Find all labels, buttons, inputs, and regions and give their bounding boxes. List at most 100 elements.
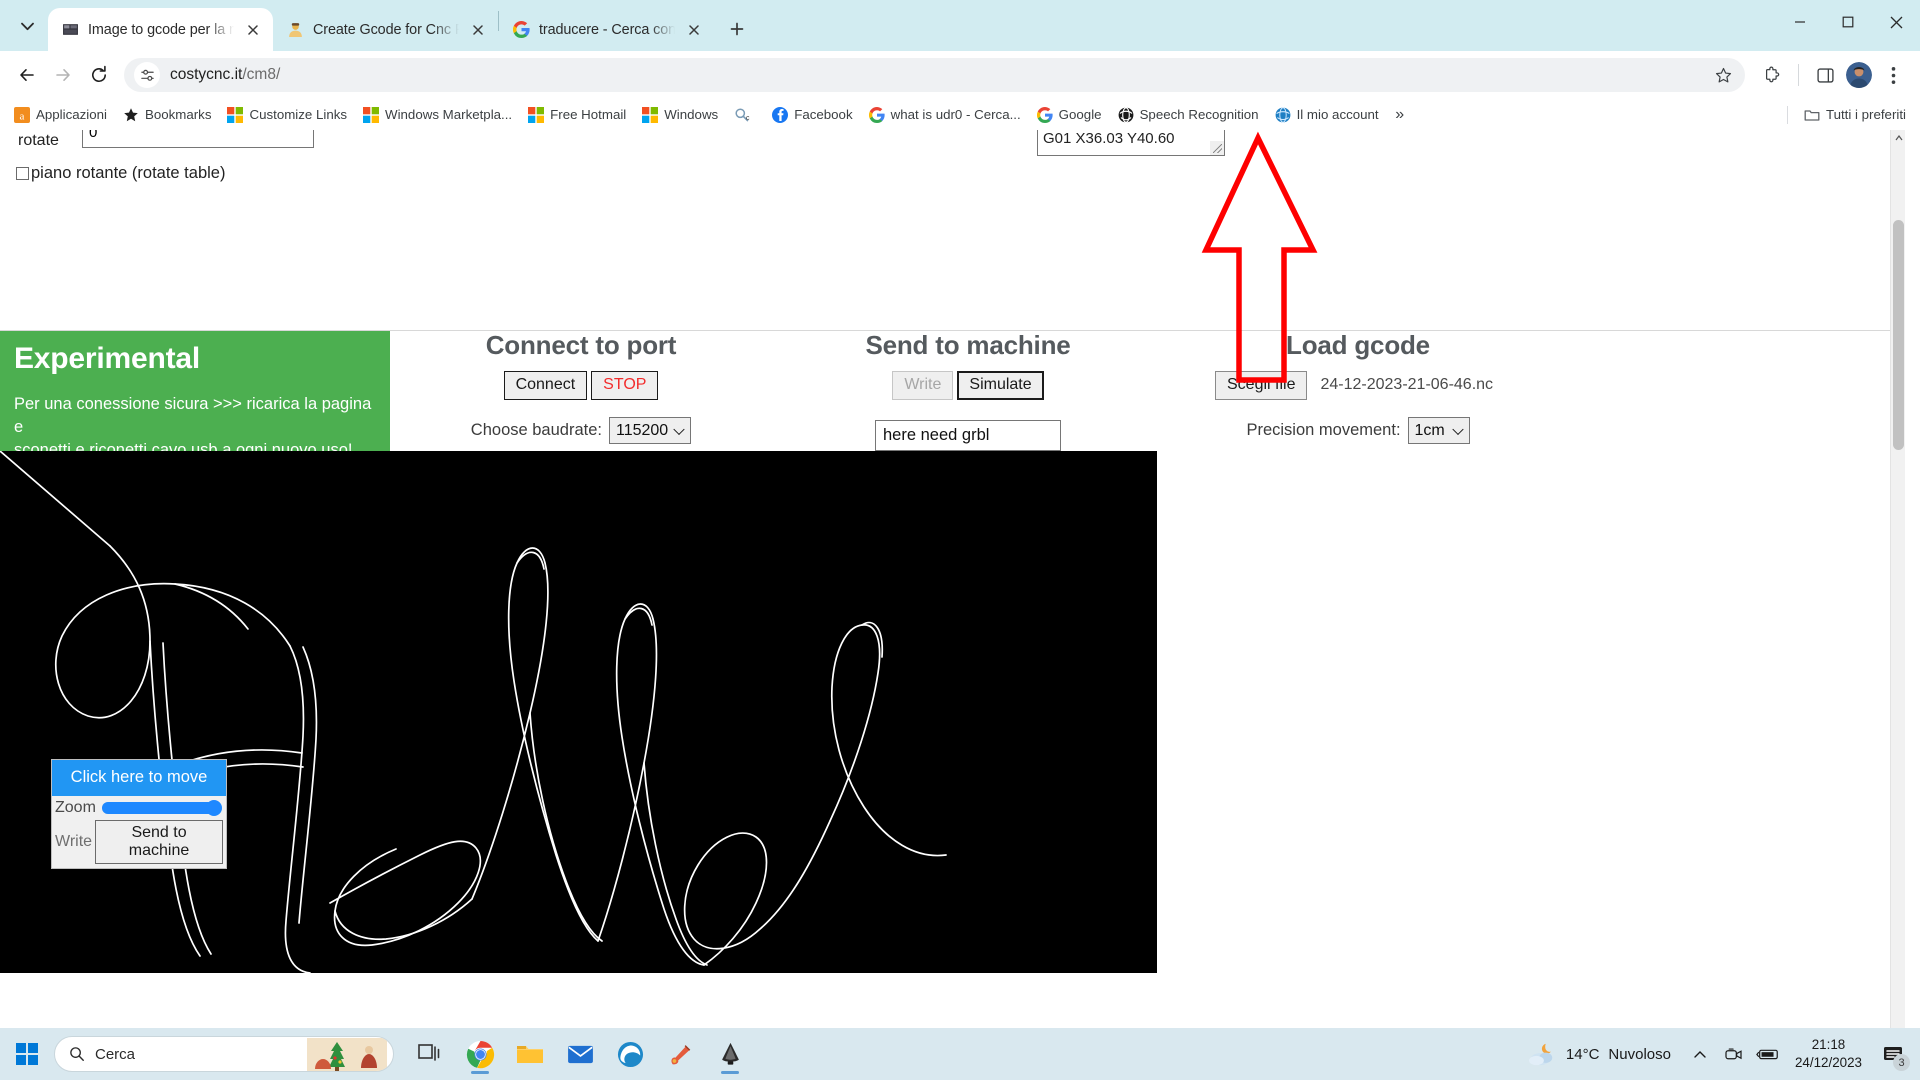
choose-file-button[interactable]: Scegli file [1215, 370, 1308, 400]
forward-button[interactable] [46, 58, 80, 92]
google-icon [868, 106, 885, 123]
browser-tab-0[interactable]: Image to gcode per la macchina [48, 8, 273, 51]
chrome-menu-icon[interactable] [1876, 58, 1910, 92]
new-tab-button[interactable] [722, 14, 752, 44]
tab-title-0: Image to gcode per la macchina [88, 21, 234, 38]
bookmark-facebook[interactable]: Facebook [764, 103, 860, 127]
mover-panel-header[interactable]: Click here to move [52, 760, 226, 796]
task-view-icon[interactable] [408, 1032, 452, 1076]
baudrate-select[interactable]: 115200 [608, 416, 692, 445]
bookmark-star-icon[interactable] [1709, 61, 1737, 89]
maximize-button[interactable] [1824, 0, 1872, 44]
tab-search-button[interactable] [10, 9, 44, 43]
side-panel-icon[interactable] [1808, 58, 1842, 92]
zoom-slider-knob[interactable] [205, 799, 222, 816]
mail-icon[interactable] [558, 1032, 602, 1076]
rotate-table-checkbox-row[interactable]: piano rotante (rotate table) [16, 164, 225, 183]
bookmark-applicazioni[interactable]: a Applicazioni [6, 103, 115, 127]
address-bar-text[interactable]: costycnc.it/cm8/ [170, 66, 1699, 84]
hello-script-artwork [0, 451, 947, 973]
battery-charging-icon[interactable] [1753, 1032, 1783, 1076]
bookmark-label: Google [1058, 107, 1102, 122]
reload-button[interactable] [82, 58, 116, 92]
grbl-console-input[interactable] [875, 419, 1061, 451]
camera-icon[interactable] [1719, 1032, 1749, 1076]
precision-movement-select[interactable]: 1cm [1407, 416, 1470, 445]
taskbar-search-box[interactable]: Cerca [54, 1036, 394, 1072]
inkscape-icon[interactable] [708, 1032, 752, 1076]
simulate-button[interactable]: Simulate [957, 370, 1044, 400]
bookmark-search-c[interactable]: c [726, 103, 764, 127]
chrome-icon[interactable] [458, 1032, 502, 1076]
clock-date: 24/12/2023 [1794, 1055, 1862, 1070]
stop-button[interactable]: STOP [591, 370, 659, 400]
scroll-up-arrow-icon[interactable] [1891, 130, 1905, 145]
top-settings-row: rotate piano rotante (rotate table) G01 … [0, 130, 1905, 252]
bookmark-customize-links[interactable]: Customize Links [219, 103, 355, 127]
bookmarks-overflow-button[interactable]: » [1387, 102, 1413, 128]
paint-icon[interactable] [658, 1032, 702, 1076]
rotate-label: rotate [18, 132, 59, 149]
baudrate-row: Choose baudrate: 115200 [392, 416, 770, 445]
bookmarks-divider [1786, 105, 1788, 124]
tray-overflow-chevron-icon[interactable] [1685, 1032, 1715, 1076]
back-button[interactable] [10, 58, 44, 92]
load-gcode-title: Load gcode [1286, 330, 1430, 360]
page-scrollbar[interactable] [1890, 130, 1905, 1057]
connect-to-port-title: Connect to port [485, 330, 677, 360]
bookmark-free-hotmail[interactable]: Free Hotmail [520, 103, 634, 127]
weather-temperature: 14°C [1565, 1045, 1600, 1063]
bookmark-windows[interactable]: Windows [634, 103, 726, 127]
connect-button[interactable]: Connect [503, 370, 588, 400]
bookmark-il-mio-account[interactable]: Il mio account [1267, 103, 1387, 127]
google-icon [513, 21, 530, 38]
edge-icon[interactable] [608, 1032, 652, 1076]
rotate-table-label: piano rotante (rotate table) [31, 164, 226, 182]
zoom-slider-fill [101, 801, 214, 814]
windows-taskbar: Cerca 14°C Nuvoloso 21:18 24/12/2023 3 [0, 1028, 1920, 1080]
minimize-button[interactable] [1776, 0, 1824, 44]
bookmark-bookmarks[interactable]: Bookmarks [115, 103, 220, 127]
tab-close-icon-2[interactable] [684, 20, 704, 40]
textarea-resize-grip[interactable] [1210, 141, 1224, 155]
weather-widget[interactable]: 14°C Nuvoloso [1517, 1041, 1681, 1067]
rotate-input[interactable] [82, 130, 314, 148]
mover-footer: Write Send to machine [52, 819, 226, 869]
extensions-icon[interactable] [1755, 58, 1789, 92]
gcode-preview-canvas[interactable] [0, 451, 1157, 973]
bookmark-speech-recognition[interactable]: Speech Recognition [1110, 103, 1267, 127]
browser-tab-1[interactable]: Create Gcode for Cnc Foam Cut [273, 8, 498, 51]
tab-close-icon-1[interactable] [468, 20, 488, 40]
rotate-table-checkbox[interactable] [16, 167, 29, 180]
send-to-machine-button[interactable]: Send to machine [95, 819, 223, 865]
bookmark-label: Facebook [794, 107, 853, 122]
tab-close-icon-0[interactable] [243, 20, 263, 40]
taskbar-search-text: Cerca [95, 1045, 136, 1063]
zoom-slider[interactable] [101, 799, 222, 816]
scrollbar-thumb[interactable] [1893, 220, 1904, 450]
browser-tab-2[interactable]: traducere - Cerca con Google [499, 8, 714, 51]
bookmark-what-is-udr0[interactable]: what is udr0 - Cerca... [861, 103, 1029, 127]
close-button[interactable] [1872, 0, 1920, 44]
address-bar[interactable]: costycnc.it/cm8/ [124, 58, 1745, 92]
bookmark-windows-marketplace[interactable]: Windows Marketpla... [355, 103, 520, 127]
start-button[interactable] [4, 1031, 50, 1077]
experimental-line-1: Per una conessione sicura >>> ricarica l… [14, 394, 372, 437]
toolbar-divider [1798, 64, 1799, 86]
windows-icon [528, 106, 545, 123]
bookmark-label: Applicazioni [36, 107, 107, 122]
notification-center-button[interactable]: 3 [1874, 1032, 1912, 1076]
mover-panel[interactable]: Click here to move Zoom Write Send to ma… [51, 759, 227, 870]
system-tray: 14°C Nuvoloso 21:18 24/12/2023 3 [1517, 1032, 1920, 1076]
browser-toolbar: costycnc.it/cm8/ [0, 51, 1920, 99]
site-info-icon[interactable] [134, 62, 160, 88]
windows-icon [227, 106, 244, 123]
profile-avatar[interactable] [1846, 62, 1872, 88]
bookmark-google[interactable]: Google [1029, 103, 1110, 127]
write-button[interactable]: Write [892, 370, 954, 400]
facebook-icon [772, 106, 789, 123]
file-explorer-icon[interactable] [508, 1032, 552, 1076]
gcode-preview-textarea[interactable]: G01 X36.03 Y40.60 [1037, 130, 1225, 156]
all-bookmarks-button[interactable]: Tutti i preferiti [1796, 103, 1914, 127]
taskbar-clock[interactable]: 21:18 24/12/2023 [1787, 1036, 1870, 1073]
